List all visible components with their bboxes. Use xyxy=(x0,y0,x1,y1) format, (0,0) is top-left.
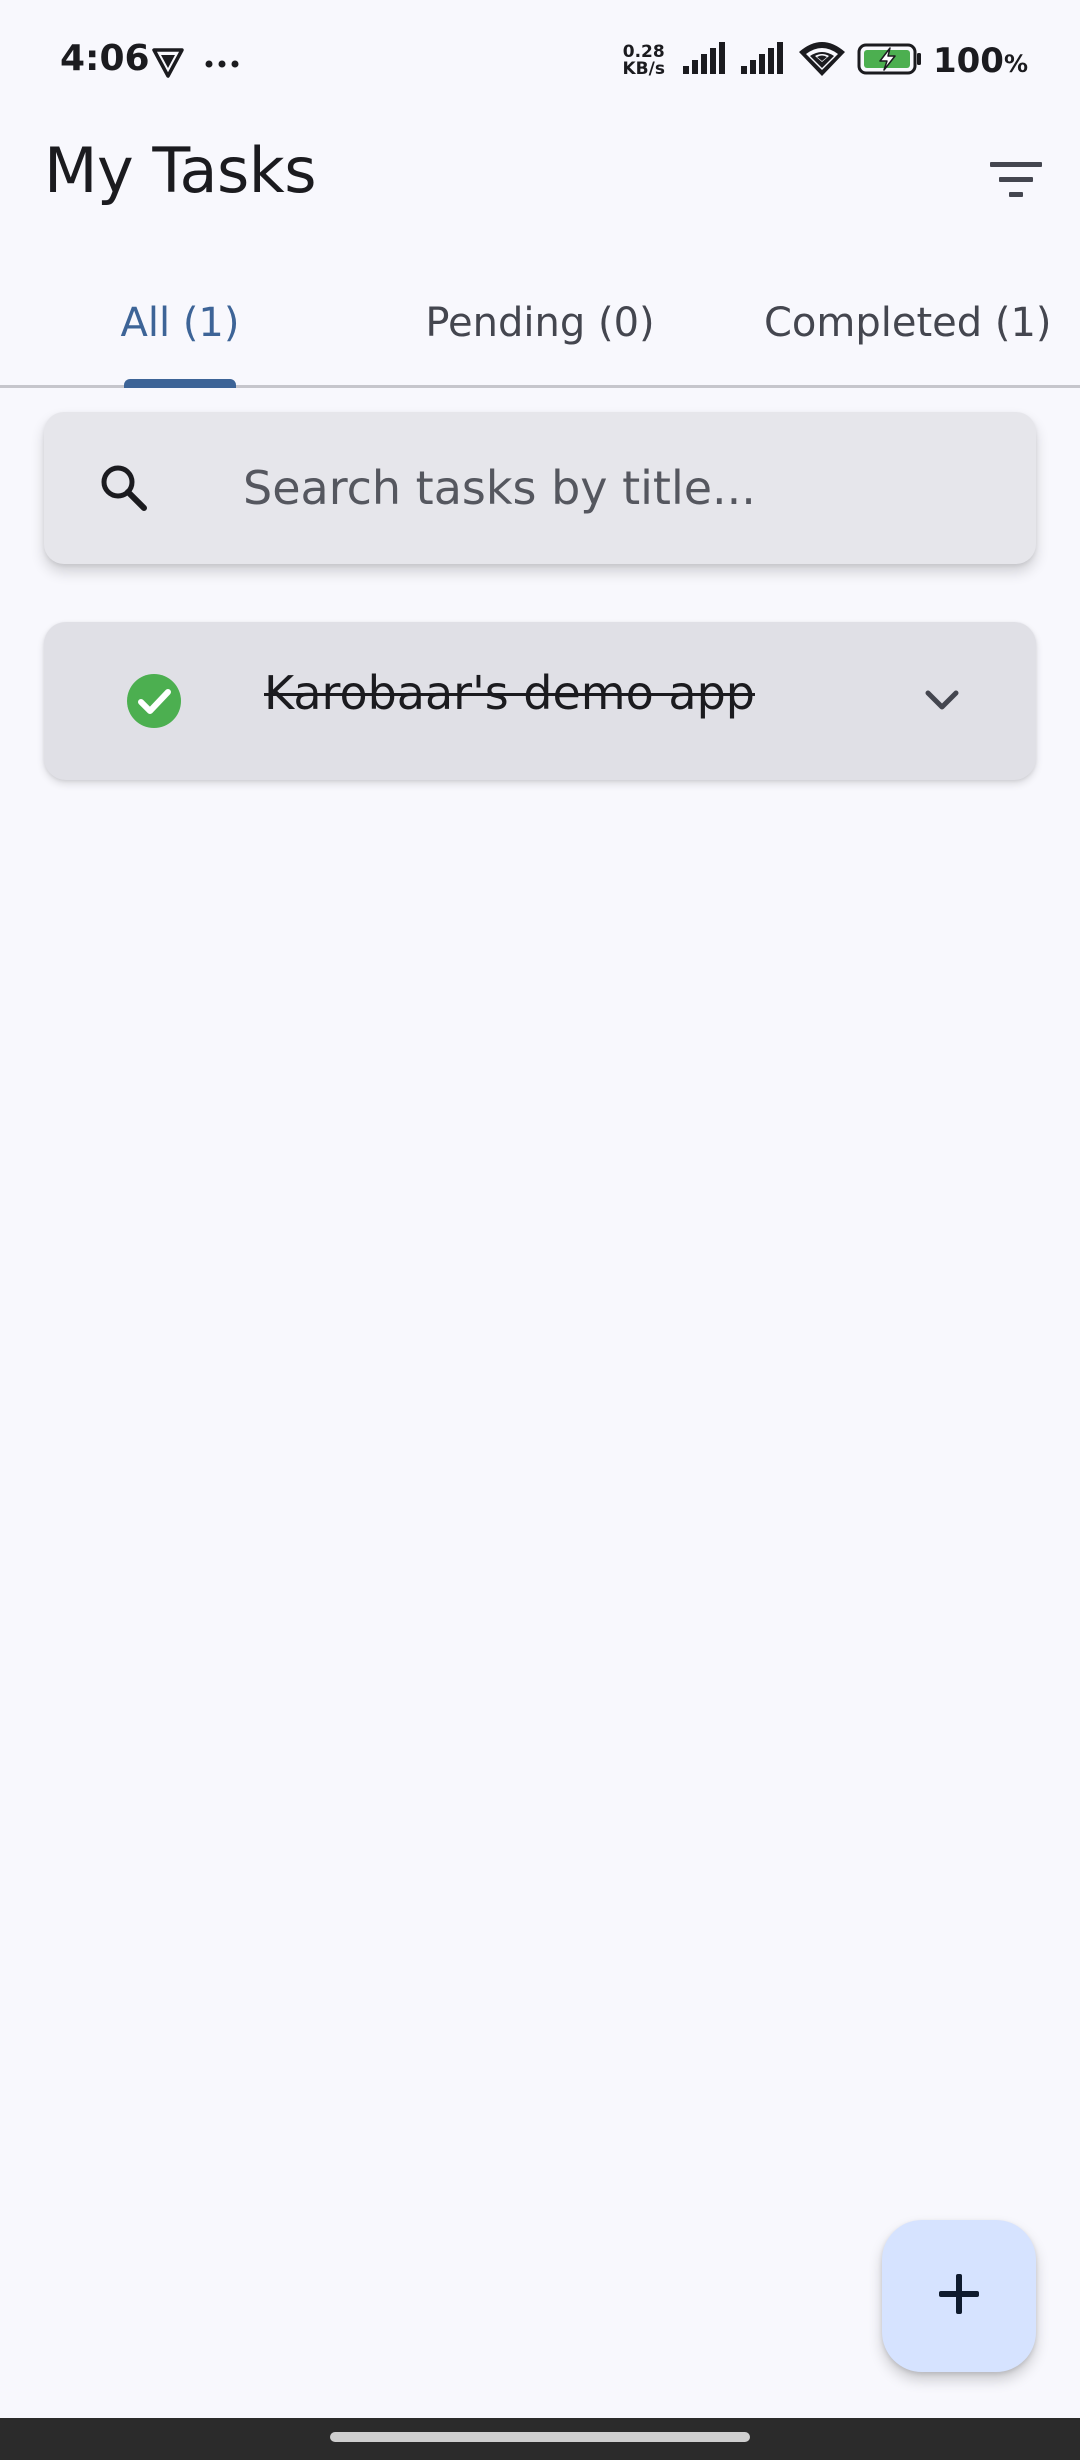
battery-value: 100 xyxy=(932,41,1004,81)
task-list-screen: 4:06 0.28 KB/s 100% My Tasks All (1) Pen… xyxy=(0,0,1080,2460)
tab-pending[interactable]: Pending (0) xyxy=(380,260,700,385)
vpn-shield-icon xyxy=(150,44,186,84)
battery-percentage: 100% xyxy=(933,41,1028,81)
signal-icon xyxy=(681,42,729,80)
app-bar: My Tasks xyxy=(0,120,1080,240)
status-left-icons xyxy=(150,44,240,84)
filter-icon xyxy=(990,160,1042,204)
chevron-down-icon xyxy=(922,687,962,717)
status-right-icons: 0.28 KB/s 100% xyxy=(623,40,1029,82)
task-title: Karobaar's demo app xyxy=(264,666,755,720)
tab-all[interactable]: All (1) xyxy=(70,260,290,385)
search-bar[interactable] xyxy=(44,412,1036,564)
expand-task-button[interactable] xyxy=(912,672,972,732)
net-speed-unit: KB/s xyxy=(622,59,665,79)
tab-completed[interactable]: Completed (1) xyxy=(740,260,1080,385)
battery-charging-icon xyxy=(857,42,923,80)
add-task-button[interactable] xyxy=(882,2220,1036,2372)
check-circle-icon[interactable] xyxy=(124,671,184,731)
wifi-icon xyxy=(797,40,847,82)
status-bar: 4:06 0.28 KB/s 100% xyxy=(0,0,1080,120)
search-icon xyxy=(94,458,154,518)
active-tab-indicator xyxy=(124,379,236,388)
gesture-handle[interactable] xyxy=(330,2432,750,2442)
search-input[interactable] xyxy=(199,442,999,534)
task-filter-tabs: All (1) Pending (0) Completed (1) xyxy=(0,260,1080,388)
system-nav-bar xyxy=(0,2418,1080,2460)
battery-unit: % xyxy=(1003,50,1028,78)
net-speed: 0.28 KB/s xyxy=(623,44,665,78)
task-item[interactable]: Karobaar's demo app xyxy=(44,622,1036,780)
page-title: My Tasks xyxy=(44,134,317,207)
signal-icon xyxy=(739,42,787,80)
status-time: 4:06 xyxy=(60,38,150,79)
plus-icon xyxy=(935,2270,983,2322)
more-dots-icon xyxy=(204,55,240,74)
filter-button[interactable] xyxy=(980,146,1052,218)
